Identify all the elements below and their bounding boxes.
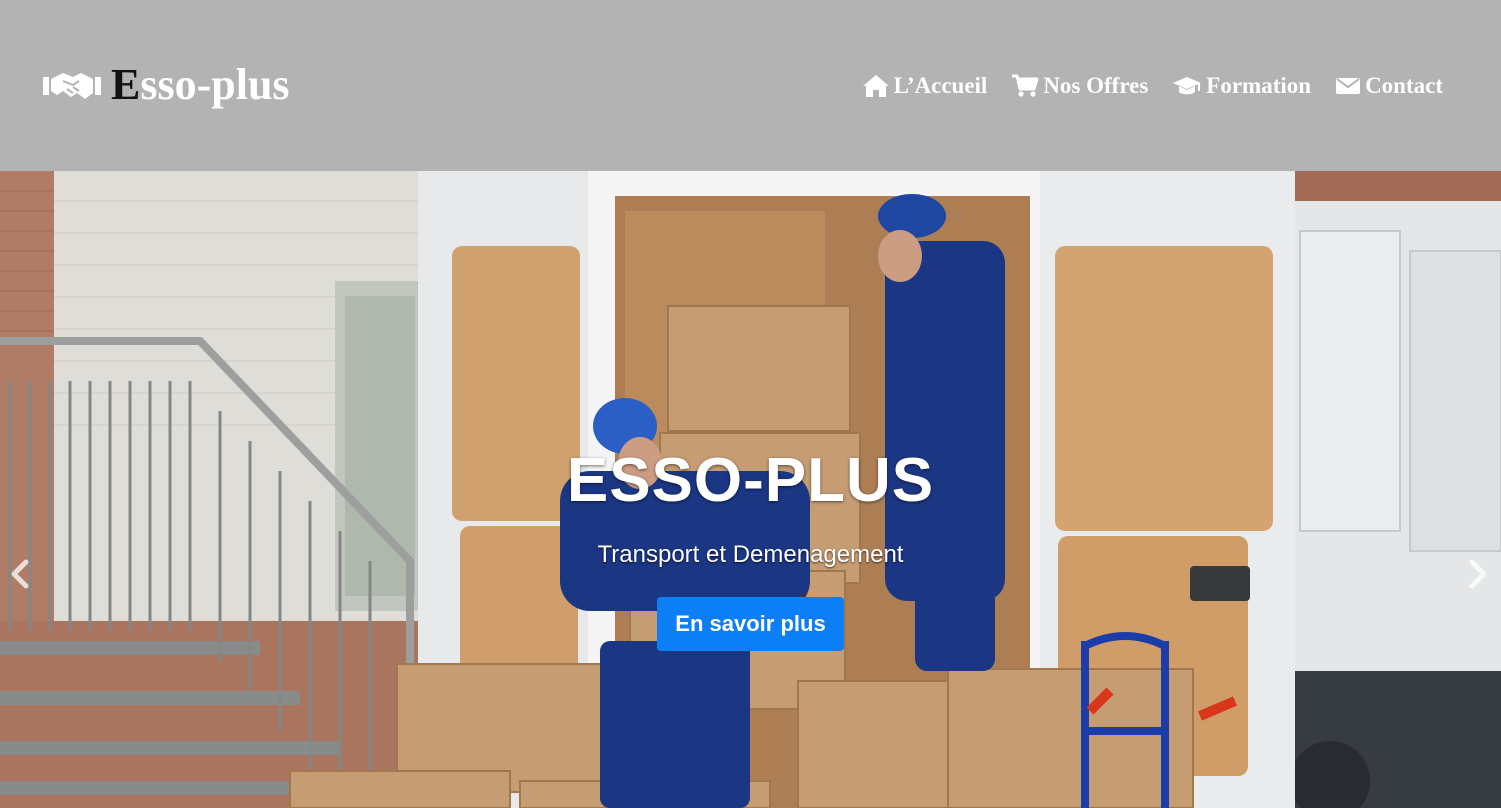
brand-name: Esso-plus: [111, 63, 290, 107]
hero-carousel: ESSO-PLUS Transport et Demenagement En s…: [0, 171, 1501, 808]
hero-title: ESSO-PLUS: [566, 446, 935, 515]
hero-subtitle: Transport et Demenagement: [597, 541, 904, 568]
home-icon: [862, 75, 889, 97]
chevron-left-icon[interactable]: [8, 556, 32, 592]
graduation-cap-icon: [1173, 77, 1202, 95]
handshake-icon: [43, 73, 101, 99]
navbar: Esso-plus L’Accueil Nos Offres Formation: [0, 0, 1501, 171]
nav-item-contact[interactable]: Contact: [1335, 73, 1443, 99]
hero-caption: ESSO-PLUS Transport et Demenagement En s…: [0, 443, 1501, 651]
brand-first-letter: E: [111, 60, 141, 109]
nav-item-label: Formation: [1206, 73, 1312, 98]
main-nav: L’Accueil Nos Offres Formation Contact: [862, 66, 1443, 106]
nav-item-formation[interactable]: Formation: [1172, 73, 1311, 99]
nav-item-label: L’Accueil: [893, 73, 988, 98]
brand[interactable]: Esso-plus: [43, 56, 290, 114]
nav-item-label: Contact: [1365, 73, 1443, 98]
nav-item-label: Nos Offres: [1043, 73, 1149, 98]
learn-more-button[interactable]: En savoir plus: [657, 597, 844, 651]
cart-icon: [1012, 74, 1039, 97]
chevron-right-icon[interactable]: [1466, 556, 1490, 592]
envelope-icon: [1336, 78, 1361, 94]
brand-rest: sso-plus: [140, 60, 290, 109]
nav-item-accueil[interactable]: L’Accueil: [862, 73, 988, 99]
nav-item-offres[interactable]: Nos Offres: [1011, 73, 1148, 99]
